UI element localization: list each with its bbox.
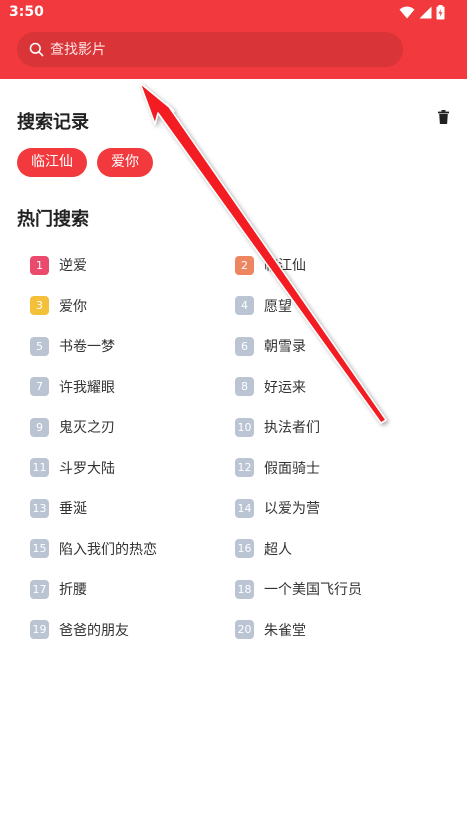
hot-item[interactable]: 19 爸爸的朋友 — [30, 620, 235, 640]
rank-badge: 16 — [235, 539, 254, 558]
hot-item[interactable]: 16 超人 — [235, 539, 440, 559]
hot-item-name: 假面骑士 — [264, 460, 320, 477]
hot-item-name: 临江仙 — [264, 258, 306, 274]
rank-badge: 10 — [235, 417, 254, 437]
rank-badge: 5 — [30, 336, 49, 356]
rank-badge: 15 — [30, 539, 49, 558]
hot-item[interactable]: 12 假面骑士 — [235, 458, 440, 478]
rank-badge: 7 — [30, 377, 49, 396]
rank-badge: 8 — [235, 377, 254, 396]
hot-item-name: 朱雀堂 — [264, 622, 306, 639]
rank-badge: 13 — [30, 498, 49, 518]
rank-badge: 6 — [235, 336, 254, 356]
hot-item-name: 执法者们 — [264, 420, 320, 436]
search-bar[interactable] — [17, 32, 403, 67]
rank-badge: 19 — [30, 620, 49, 639]
hot-item-name: 爱你 — [59, 298, 87, 315]
hot-item-name: 垂涎 — [59, 501, 87, 517]
rank-badge: 20 — [235, 620, 254, 639]
wifi-icon — [399, 6, 415, 19]
hot-item-name: 爸爸的朋友 — [59, 622, 129, 639]
rank-badge: 18 — [235, 579, 254, 599]
hot-item-name: 书卷一梦 — [59, 339, 115, 355]
hot-item-name: 鬼灭之刃 — [59, 420, 115, 436]
hot-item[interactable]: 1 逆爱 — [30, 255, 235, 275]
rank-badge: 11 — [30, 458, 49, 477]
hot-item-name: 好运来 — [264, 379, 306, 396]
hot-item[interactable]: 11 斗罗大陆 — [30, 458, 235, 478]
history-tags: 临江仙 爱你 — [17, 148, 153, 177]
hot-item[interactable]: 10 执法者们 — [235, 417, 440, 437]
hot-item[interactable]: 13 垂涎 — [30, 498, 235, 518]
hot-item-name: 斗罗大陆 — [59, 460, 115, 477]
hot-item[interactable]: 4 愿望 — [235, 296, 440, 316]
hot-item-name: 折腰 — [59, 582, 87, 598]
trash-icon[interactable] — [438, 110, 449, 124]
hot-item-name: 超人 — [264, 541, 292, 558]
hot-item[interactable]: 6 朝雪录 — [235, 336, 440, 356]
search-input[interactable] — [50, 41, 370, 58]
hot-item-name: 一个美国飞行员 — [264, 582, 362, 598]
hot-item[interactable]: 7 许我耀眼 — [30, 377, 235, 397]
hot-item[interactable]: 8 好运来 — [235, 377, 440, 397]
rank-badge: 4 — [235, 296, 254, 315]
hot-item[interactable]: 5 书卷一梦 — [30, 336, 235, 356]
hot-item[interactable]: 3 爱你 — [30, 296, 235, 316]
hot-item[interactable]: 14 以爱为营 — [235, 498, 440, 518]
battery-icon — [436, 5, 445, 20]
hot-item[interactable]: 15 陷入我们的热恋 — [30, 539, 235, 559]
history-title: 搜索记录 — [17, 112, 89, 133]
hot-item-name: 愿望 — [264, 298, 292, 315]
rank-badge: 9 — [30, 417, 49, 437]
hot-item-name: 以爱为营 — [264, 501, 320, 517]
status-icons — [399, 5, 445, 20]
rank-badge: 2 — [235, 255, 254, 275]
hot-list: 1 逆爱 2 临江仙 3 爱你 4 愿望 5 书卷一梦 6 朝雪录 7 许我耀眼 8 好运来 9… — [30, 255, 450, 640]
hot-title: 热门搜索 — [17, 209, 89, 230]
search-icon — [29, 42, 44, 57]
history-tag[interactable]: 爱你 — [97, 148, 153, 177]
rank-badge: 12 — [235, 458, 254, 477]
rank-badge: 14 — [235, 498, 254, 518]
hot-item[interactable]: 2 临江仙 — [235, 255, 440, 275]
hot-item-name: 陷入我们的热恋 — [59, 541, 157, 558]
signal-icon — [419, 6, 432, 19]
hot-item-name: 许我耀眼 — [59, 379, 115, 396]
rank-badge: 17 — [30, 579, 49, 599]
hot-item[interactable]: 17 折腰 — [30, 579, 235, 599]
hot-item-name: 朝雪录 — [264, 339, 306, 355]
status-time: 3:50 — [9, 4, 44, 20]
hot-item-name: 逆爱 — [59, 258, 87, 274]
rank-badge: 3 — [30, 296, 49, 315]
hot-item[interactable]: 9 鬼灭之刃 — [30, 417, 235, 437]
hot-item[interactable]: 18 一个美国飞行员 — [235, 579, 440, 599]
hot-item[interactable]: 20 朱雀堂 — [235, 620, 440, 640]
header-bar: 3:50 — [0, 0, 467, 79]
rank-badge: 1 — [30, 255, 49, 275]
history-tag[interactable]: 临江仙 — [17, 148, 87, 177]
